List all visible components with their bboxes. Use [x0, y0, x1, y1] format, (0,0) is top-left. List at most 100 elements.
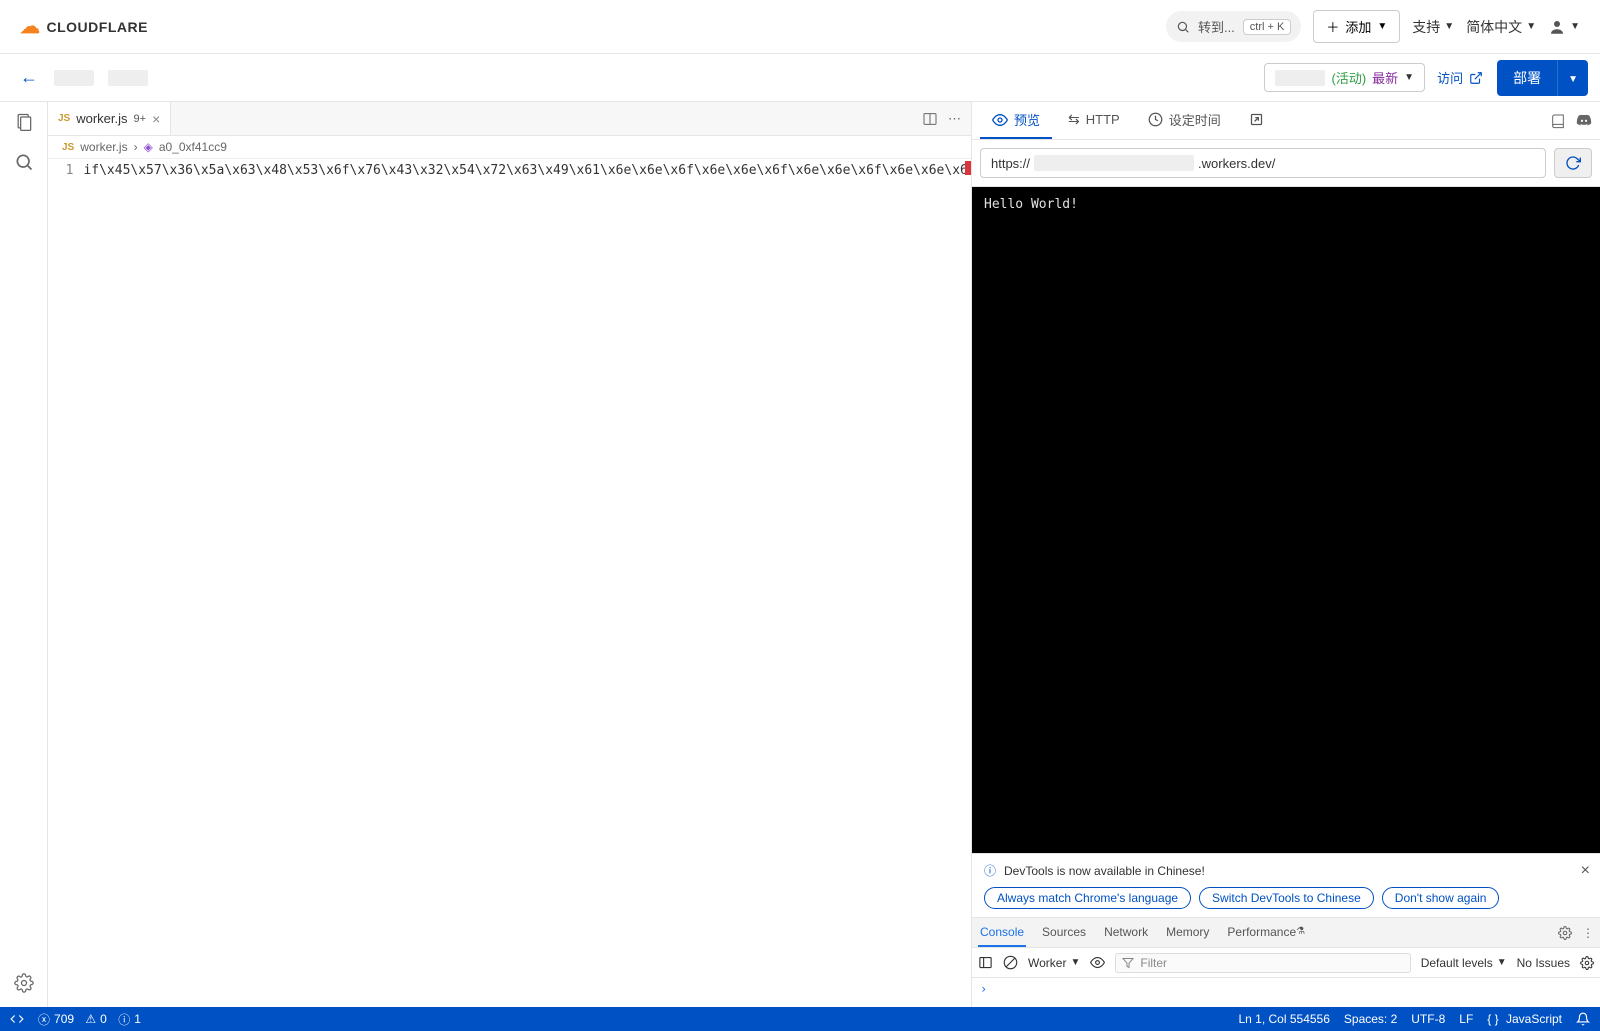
- env-latest-badge: 最新: [1372, 68, 1398, 87]
- tab-schedule[interactable]: 设定时间: [1136, 102, 1233, 139]
- log-levels-select[interactable]: Default levels ▼: [1421, 956, 1507, 970]
- devtools-tab-sources[interactable]: Sources: [1040, 918, 1088, 947]
- always-match-button[interactable]: Always match Chrome's language: [984, 887, 1191, 909]
- devtools-tab-performance-label: Performance: [1227, 925, 1296, 939]
- breadcrumb-symbol: a0_0xf41cc9: [159, 140, 227, 154]
- swap-icon: ⇆: [1068, 111, 1080, 128]
- more-vertical-icon[interactable]: ⋮: [1582, 926, 1594, 940]
- tab-popout[interactable]: [1237, 102, 1276, 139]
- back-button[interactable]: ←: [12, 63, 46, 92]
- tab-preview[interactable]: 预览: [980, 102, 1052, 139]
- devtools-console-toolbar: Worker ▼ Filter Default levels ▼ No Issu…: [972, 947, 1600, 977]
- cursor-position[interactable]: Ln 1, Col 554556: [1238, 1012, 1329, 1026]
- chevron-right-icon: ›: [134, 140, 138, 154]
- more-icon[interactable]: ⋯: [948, 111, 961, 127]
- eol-setting[interactable]: LF: [1459, 1012, 1473, 1026]
- sidebar-toggle-icon[interactable]: [978, 955, 993, 970]
- close-icon[interactable]: ×: [1581, 862, 1590, 880]
- chevron-down-icon: ▼: [1570, 21, 1580, 32]
- tab-schedule-label: 设定时间: [1169, 110, 1221, 129]
- error-icon: ⓧ: [38, 1011, 50, 1028]
- environment-selector[interactable]: (活动) 最新 ▼: [1264, 63, 1425, 92]
- info-icon: ⓘ: [984, 862, 996, 879]
- discord-icon[interactable]: [1576, 113, 1592, 129]
- close-icon[interactable]: ×: [152, 111, 160, 127]
- live-expression-icon[interactable]: [1090, 955, 1105, 970]
- visit-link[interactable]: 访问: [1437, 68, 1483, 87]
- switch-language-button[interactable]: Switch DevTools to Chinese: [1199, 887, 1374, 909]
- console-prompt[interactable]: ›: [972, 977, 1600, 1007]
- remote-indicator[interactable]: [10, 1012, 24, 1026]
- banner-text: DevTools is now available in Chinese!: [1004, 864, 1205, 878]
- split-editor-icon[interactable]: [922, 111, 938, 127]
- devtools-tab-memory[interactable]: Memory: [1164, 918, 1211, 947]
- url-prefix: https://: [991, 156, 1030, 171]
- chevron-down-icon: ▼: [1444, 21, 1454, 32]
- gear-icon[interactable]: [1580, 956, 1594, 970]
- deploy-dropdown[interactable]: ▼: [1557, 60, 1588, 96]
- clear-console-icon[interactable]: [1003, 955, 1018, 970]
- code-editor[interactable]: 1 if\x45\x57\x36\x5a\x63\x48\x53\x6f\x76…: [48, 159, 971, 1007]
- breadcrumb-file: worker.js: [80, 140, 127, 154]
- filter-placeholder: Filter: [1140, 956, 1167, 970]
- chevron-down-icon: ▼: [1497, 957, 1507, 968]
- search-icon: [1176, 20, 1190, 34]
- explorer-icon[interactable]: [12, 110, 36, 134]
- gear-icon[interactable]: [1558, 926, 1572, 940]
- user-menu[interactable]: ▼: [1548, 18, 1580, 36]
- symbol-icon: ◈: [144, 140, 153, 154]
- language-menu[interactable]: 简体中文 ▼: [1466, 17, 1536, 37]
- add-label: 添加: [1345, 17, 1371, 36]
- scope-label: Worker: [1028, 956, 1066, 970]
- indent-setting[interactable]: Spaces: 2: [1344, 1012, 1397, 1026]
- overview-error-marker[interactable]: [965, 161, 971, 175]
- settings-icon[interactable]: [12, 971, 36, 995]
- breadcrumb[interactable]: JS worker.js › ◈ a0_0xf41cc9: [48, 136, 971, 159]
- warning-icon: ⚠: [85, 1012, 96, 1026]
- url-subdomain-redacted: [1034, 155, 1194, 171]
- refresh-button[interactable]: [1554, 148, 1592, 178]
- console-scope-select[interactable]: Worker ▼: [1028, 956, 1080, 970]
- env-name-redacted: [1275, 70, 1325, 86]
- notifications-icon[interactable]: [1576, 1012, 1590, 1026]
- visit-label: 访问: [1437, 68, 1463, 87]
- chevron-down-icon: ▼: [1526, 21, 1536, 32]
- info-icon: ⓘ: [118, 1011, 130, 1028]
- worker-bar: ← (活动) 最新 ▼ 访问 部署 ▼: [0, 54, 1600, 102]
- devtools-tabs: Console Sources Network Memory Performan…: [972, 917, 1600, 947]
- language-mode[interactable]: { } JavaScript: [1487, 1012, 1562, 1026]
- tab-preview-label: 预览: [1014, 110, 1040, 129]
- clock-icon: [1148, 112, 1163, 127]
- preview-url-row: https:// .workers.dev/: [972, 140, 1600, 187]
- prompt-chevron: ›: [980, 982, 987, 996]
- error-count: 709: [54, 1012, 74, 1026]
- status-bar: ⓧ709 ⚠0 ⓘ1 Ln 1, Col 554556 Spaces: 2 UT…: [0, 1007, 1600, 1031]
- issues-label[interactable]: No Issues: [1517, 956, 1570, 970]
- preview-output: Hello World!: [984, 197, 1078, 212]
- eye-icon: [992, 112, 1008, 128]
- preview-url-input[interactable]: https:// .workers.dev/: [980, 148, 1546, 178]
- dont-show-button[interactable]: Don't show again: [1382, 887, 1500, 909]
- devtools-tab-network[interactable]: Network: [1102, 918, 1150, 947]
- tab-problems-badge: 9+: [134, 113, 147, 125]
- brand-logo[interactable]: ☁ CLOUDFLARE: [20, 17, 148, 37]
- flask-icon: ⚗: [1296, 926, 1305, 937]
- deploy-button[interactable]: 部署: [1497, 60, 1557, 96]
- console-filter-input[interactable]: Filter: [1115, 953, 1410, 973]
- encoding-setting[interactable]: UTF-8: [1411, 1012, 1445, 1026]
- support-menu[interactable]: 支持 ▼: [1412, 17, 1454, 37]
- chevron-down-icon: ▼: [1377, 21, 1387, 32]
- file-tab-worker[interactable]: JS worker.js 9+ ×: [48, 102, 171, 135]
- add-button[interactable]: ＋ 添加 ▼: [1313, 10, 1400, 43]
- tab-http-label: HTTP: [1086, 112, 1120, 127]
- devtools-tab-console[interactable]: Console: [978, 918, 1026, 947]
- docs-icon[interactable]: [1550, 113, 1566, 129]
- top-header: ☁ CLOUDFLARE 转到... ctrl + K ＋ 添加 ▼ 支持 ▼ …: [0, 0, 1600, 54]
- global-search[interactable]: 转到... ctrl + K: [1166, 11, 1301, 42]
- search-icon[interactable]: [12, 150, 36, 174]
- activity-bar: [0, 102, 48, 1007]
- user-icon: [1548, 18, 1566, 36]
- devtools-tab-performance[interactable]: Performance ⚗: [1225, 918, 1307, 947]
- problems-summary[interactable]: ⓧ709 ⚠0 ⓘ1: [38, 1011, 141, 1028]
- tab-http[interactable]: ⇆ HTTP: [1056, 102, 1132, 139]
